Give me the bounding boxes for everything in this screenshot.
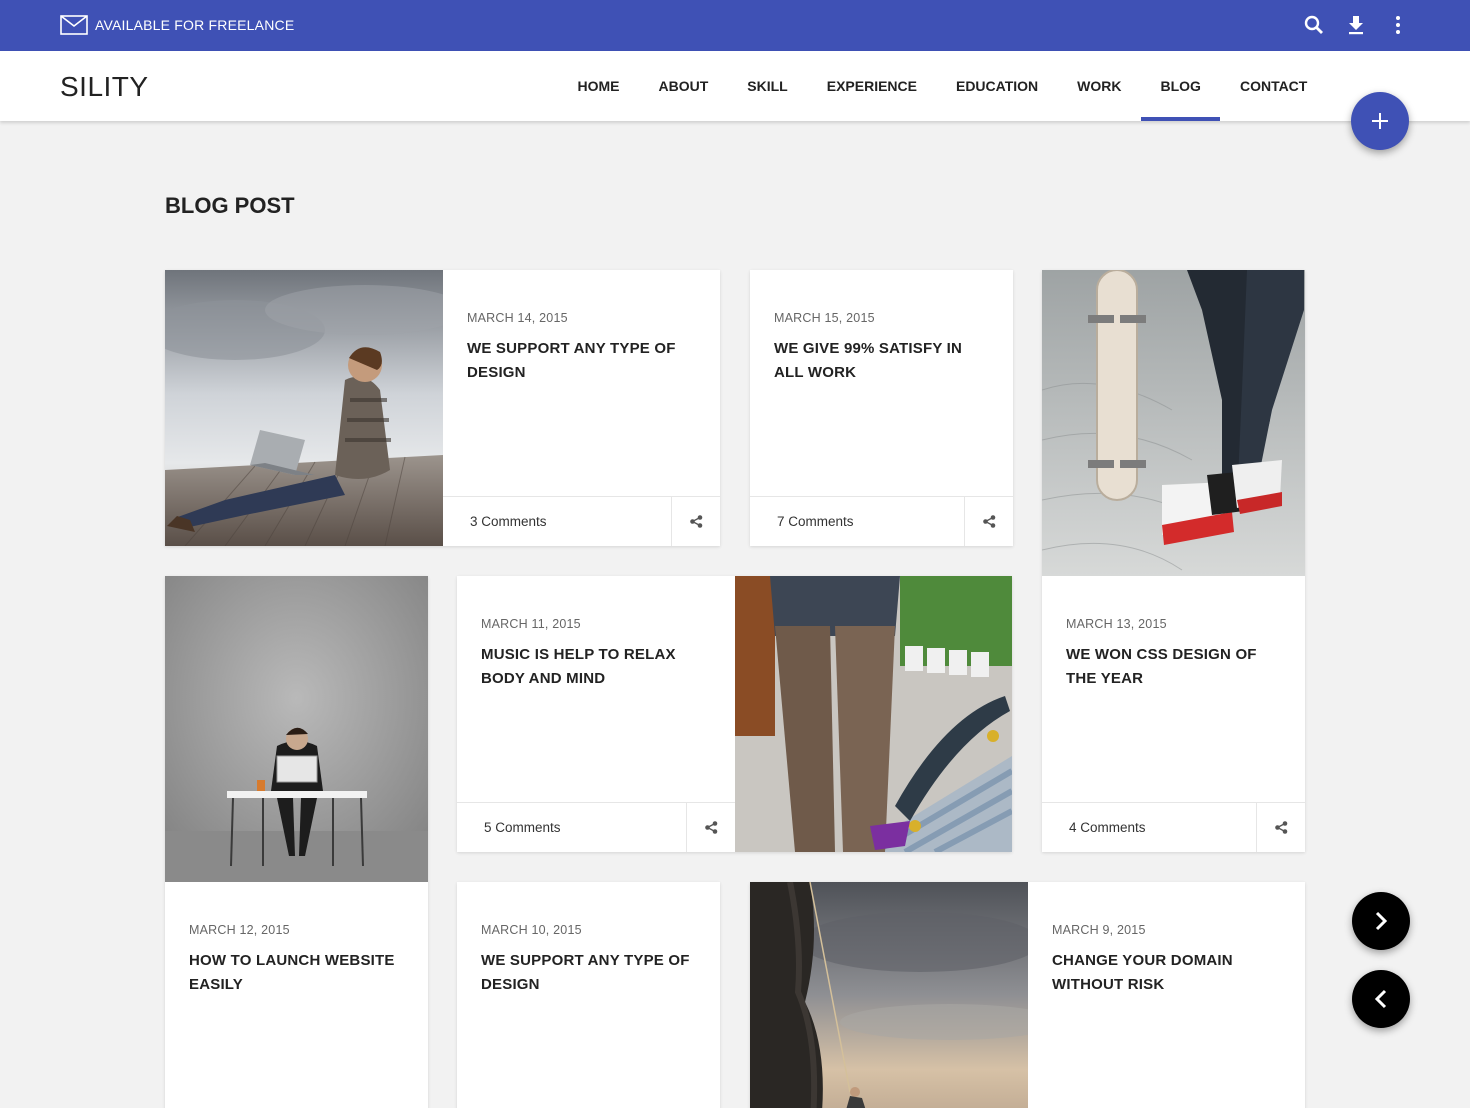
chevron-right-icon [1375, 911, 1388, 931]
mail-icon [60, 15, 88, 35]
post-title[interactable]: WE SUPPORT ANY TYPE OF DESIGN [481, 949, 696, 997]
post-date: MARCH 13, 2015 [1066, 617, 1167, 631]
section-title: BLOG POST [165, 193, 295, 218]
nav-menu: HOME ABOUT SKILL EXPERIENCE EDUCATION WO… [558, 51, 1327, 121]
blog-card: MARCH 13, 2015 WE WON CSS DESIGN OF THE … [1042, 270, 1305, 852]
blog-card: MARCH 10, 2015 WE SUPPORT ANY TYPE OF DE… [457, 882, 720, 1108]
card-footer: 3 Comments [443, 496, 720, 546]
share-icon [1275, 821, 1288, 834]
nav-item-skill[interactable]: SKILL [728, 51, 807, 121]
next-button[interactable] [1352, 892, 1410, 950]
post-title[interactable]: WE WON CSS DESIGN OF THE YEAR [1066, 643, 1281, 691]
card-footer: 7 Comments [750, 496, 1013, 546]
blog-card: MARCH 9, 2015 CHANGE YOUR DOMAIN WITHOUT… [750, 882, 1305, 1108]
post-image-skateboard-legs[interactable] [1042, 270, 1305, 576]
nav-item-blog[interactable]: BLOG [1141, 51, 1221, 121]
main-navbar: SILITY HOME ABOUT SKILL EXPERIENCE EDUCA… [0, 51, 1470, 121]
chevron-left-icon [1374, 989, 1387, 1009]
blog-card: MARCH 12, 2015 HOW TO LAUNCH WEBSITE EAS… [165, 576, 428, 1108]
post-date: MARCH 9, 2015 [1052, 923, 1146, 937]
more-vert-icon[interactable] [1386, 13, 1410, 37]
add-button[interactable] [1351, 92, 1409, 150]
share-icon [705, 821, 718, 834]
card-footer: 4 Comments [1042, 802, 1305, 852]
comments-link[interactable]: 7 Comments [777, 514, 854, 529]
post-title[interactable]: CHANGE YOUR DOMAIN WITHOUT RISK [1052, 949, 1282, 997]
top-bar: AVAILABLE FOR FREELANCE [0, 0, 1470, 51]
comments-link[interactable]: 5 Comments [484, 820, 561, 835]
post-title[interactable]: WE GIVE 99% SATISFY IN ALL WORK [774, 337, 989, 385]
comments-link[interactable]: 4 Comments [1069, 820, 1146, 835]
post-image-laptop-man[interactable] [165, 270, 443, 546]
share-button[interactable] [671, 497, 720, 546]
post-date: MARCH 12, 2015 [189, 923, 290, 937]
share-button[interactable] [964, 497, 1013, 546]
post-date: MARCH 15, 2015 [774, 311, 875, 325]
nav-item-about[interactable]: ABOUT [639, 51, 728, 121]
nav-item-education[interactable]: EDUCATION [936, 51, 1057, 121]
share-button[interactable] [686, 803, 735, 852]
nav-item-work[interactable]: WORK [1058, 51, 1141, 121]
post-date: MARCH 11, 2015 [481, 617, 581, 631]
nav-item-experience[interactable]: EXPERIENCE [807, 51, 936, 121]
comments-link[interactable]: 3 Comments [470, 514, 547, 529]
post-title[interactable]: WE SUPPORT ANY TYPE OF DESIGN [467, 337, 697, 385]
share-button[interactable] [1256, 803, 1305, 852]
post-image-skater-stairs[interactable] [735, 576, 1012, 852]
share-icon [690, 515, 703, 528]
search-icon[interactable] [1302, 13, 1326, 37]
post-date: MARCH 14, 2015 [467, 311, 568, 325]
plus-icon [1372, 113, 1388, 129]
post-title[interactable]: HOW TO LAUNCH WEBSITE EASILY [189, 949, 404, 997]
share-icon [983, 515, 996, 528]
post-title[interactable]: MUSIC IS HELP TO RELAX BODY AND MIND [481, 643, 711, 691]
post-image-rock-climber[interactable] [750, 882, 1028, 1108]
site-logo[interactable]: SILITY [60, 71, 149, 103]
blog-card: MARCH 11, 2015 MUSIC IS HELP TO RELAX BO… [457, 576, 1012, 852]
nav-item-contact[interactable]: CONTACT [1220, 51, 1326, 121]
card-footer: 5 Comments [457, 802, 735, 852]
post-date: MARCH 10, 2015 [481, 923, 582, 937]
freelance-status: AVAILABLE FOR FREELANCE [95, 17, 295, 33]
blog-card: MARCH 15, 2015 WE GIVE 99% SATISFY IN AL… [750, 270, 1013, 546]
blog-card: MARCH 14, 2015 WE SUPPORT ANY TYPE OF DE… [165, 270, 720, 546]
download-icon[interactable] [1344, 13, 1368, 37]
prev-button[interactable] [1352, 970, 1410, 1028]
post-image-man-at-desk[interactable] [165, 576, 428, 882]
nav-item-home[interactable]: HOME [558, 51, 639, 121]
